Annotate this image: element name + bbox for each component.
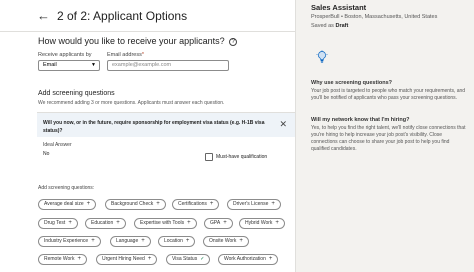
chip-label: Drug Test	[44, 220, 66, 226]
chip-label: Remote Work	[44, 256, 75, 262]
must-have-label: Must-have qualification	[216, 154, 268, 160]
chip-expertise-with-tools[interactable]: Expertise with Tools +	[134, 218, 197, 229]
ideal-answer-value[interactable]: No	[43, 151, 49, 157]
chip-label: Driver's License	[233, 201, 269, 207]
chip-label: Onsite Work	[209, 238, 237, 244]
email-input[interactable]: example@example.com	[107, 60, 229, 71]
chip-label: Background Check	[111, 201, 154, 207]
plus-icon: +	[275, 220, 279, 226]
back-arrow-icon[interactable]: ←	[37, 8, 50, 24]
chip-average-deal-size[interactable]: Average deal size +	[38, 199, 97, 210]
chip-drug-test[interactable]: Drug Test +	[38, 218, 78, 229]
plus-icon: +	[147, 256, 152, 262]
chip-label: Work Authorization	[224, 256, 266, 262]
chip-background-check[interactable]: Background Check +	[105, 199, 166, 210]
chip-visa-status[interactable]: Visa Status ✓	[166, 254, 211, 265]
info-question-2: Will my network know that I'm hiring?	[311, 117, 410, 123]
receive-method-select[interactable]: Email ▼	[38, 60, 100, 71]
email-label: Email address*	[107, 52, 144, 58]
card-header: Will you now, or in the future, require …	[37, 113, 295, 137]
chip-industry-experience[interactable]: Industry Experience +	[38, 236, 101, 247]
receive-method-value: Email	[43, 62, 57, 68]
job-status: Saved as Draft	[311, 23, 348, 29]
chip-onsite-work[interactable]: Onsite Work +	[203, 236, 249, 247]
must-have-checkbox[interactable]	[205, 153, 213, 161]
required-mark: *	[141, 52, 144, 58]
chip-label: Certifications	[178, 201, 207, 207]
receive-question-text: How would you like to receive your appli…	[38, 36, 225, 46]
plus-icon: +	[187, 220, 191, 226]
plus-icon: +	[86, 201, 91, 207]
page-title: 2 of 2: Applicant Options	[57, 9, 188, 23]
chip-drivers-license[interactable]: Driver's License +	[227, 199, 281, 210]
chip-location[interactable]: Location +	[158, 236, 196, 247]
check-icon: ✓	[200, 256, 205, 262]
screening-title: Add screening questions	[38, 90, 115, 97]
chip-remote-work[interactable]: Remote Work +	[38, 254, 87, 265]
chip-education[interactable]: Education +	[85, 218, 126, 229]
chip-label: Industry Experience	[44, 238, 89, 244]
form-panel: ← 2 of 2: Applicant Options How would yo…	[0, 0, 296, 272]
job-company-location: ProsperBull • Boston, Massachusetts, Uni…	[311, 14, 438, 20]
plus-icon: +	[239, 238, 243, 244]
chip-certifications[interactable]: Certifications +	[172, 199, 220, 210]
receive-label: Receive applicants by	[38, 52, 92, 58]
plus-icon: +	[141, 238, 145, 244]
lightbulb-icon	[316, 50, 328, 63]
question-circle-icon[interactable]: ?	[229, 37, 238, 46]
chip-label: Visa Status	[172, 256, 198, 262]
form-header: ← 2 of 2: Applicant Options	[0, 0, 296, 32]
card-question: Will you now, or in the future, require …	[43, 120, 265, 134]
plus-icon: +	[223, 220, 227, 226]
chip-hybrid-work[interactable]: Hybrid Work +	[239, 218, 285, 229]
info-answer-2: Yes, to help you find the right talent, …	[311, 125, 466, 152]
chip-label: Language	[116, 238, 139, 244]
plus-icon: +	[209, 201, 214, 207]
plus-icon: +	[77, 256, 81, 262]
job-status-prefix: Saved as	[311, 23, 334, 29]
info-answer-1: Your job post is targeted to people who …	[311, 88, 466, 101]
job-status-value: Draft	[335, 23, 349, 29]
info-question-1: Why use screening questions?	[311, 80, 392, 86]
chip-label: Education	[91, 220, 114, 226]
plus-icon: +	[185, 238, 190, 244]
add-questions-label: Add screening questions:	[38, 185, 95, 191]
plus-icon: +	[156, 201, 160, 207]
chip-work-authorization[interactable]: Work Authorization +	[218, 254, 279, 265]
chevron-down-icon: ▼	[91, 62, 96, 68]
receive-question: How would you like to receive your appli…	[38, 36, 238, 46]
screening-question-card: Will you now, or in the future, require …	[37, 112, 295, 166]
chip-language[interactable]: Language +	[110, 236, 151, 247]
chip-label: GPA	[210, 220, 221, 226]
plus-icon: +	[68, 220, 72, 226]
plus-icon: +	[271, 201, 275, 207]
chip-label: Hybrid Work	[245, 220, 273, 226]
chip-label: Location	[164, 238, 183, 244]
chip-urgent-hiring-need[interactable]: Urgent Hiring Need +	[96, 254, 158, 265]
plus-icon: +	[268, 256, 273, 262]
job-title: Sales Assistant	[311, 3, 367, 12]
screening-subtitle: We recommend adding 3 or more questions.…	[38, 100, 225, 106]
email-label-text: Email address	[107, 52, 142, 58]
ideal-answer-label: Ideal Answer	[43, 142, 72, 148]
close-icon[interactable]: ✕	[279, 119, 287, 130]
chip-label: Average deal size	[44, 201, 84, 207]
chip-label: Urgent Hiring Need	[102, 256, 145, 262]
chip-gpa[interactable]: GPA +	[204, 218, 233, 229]
plus-icon: +	[91, 238, 95, 244]
chip-label: Expertise with Tools	[140, 220, 185, 226]
plus-icon: +	[116, 220, 120, 226]
